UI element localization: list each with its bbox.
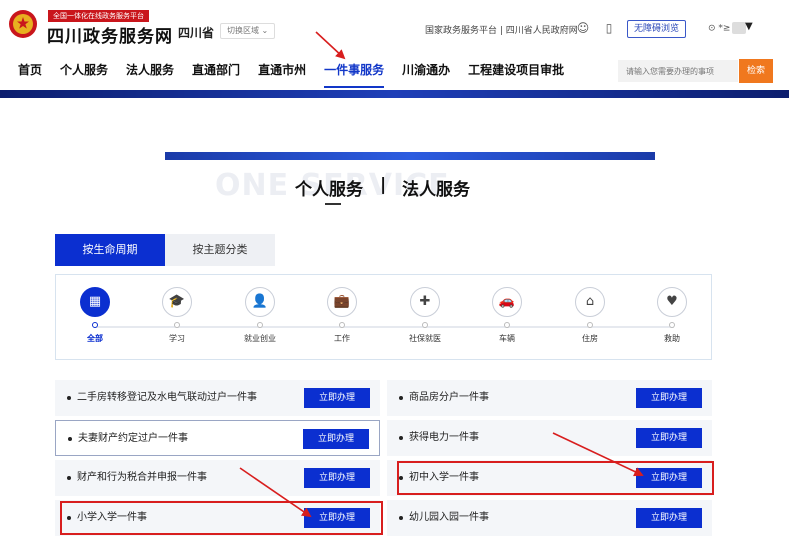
grid-icon: ▦ bbox=[80, 287, 110, 317]
list-item: 商品房分户一件事 立即办理 bbox=[387, 380, 712, 416]
user-dropdown-caret-icon[interactable]: ▼ bbox=[745, 21, 753, 32]
banner-separator: | bbox=[380, 175, 387, 195]
stage-label: 车辆 bbox=[499, 334, 515, 343]
item-title[interactable]: 商品房分户一件事 bbox=[409, 380, 489, 416]
bullet-icon bbox=[399, 396, 403, 400]
banner-tab-personal[interactable]: 个人服务 bbox=[295, 175, 363, 200]
accessible-browse-button[interactable]: 无障碍浏览 bbox=[627, 20, 687, 38]
nav-item-chuanyu[interactable]: 川渝通办 bbox=[402, 52, 450, 90]
current-province: 四川省 bbox=[178, 26, 215, 40]
briefcase-icon: 💼 bbox=[327, 287, 357, 317]
stage-vehicle[interactable]: 🚗 车辆 bbox=[477, 287, 537, 344]
handle-button[interactable]: 立即办理 bbox=[304, 388, 370, 408]
chevron-down-icon: ⌄ bbox=[261, 26, 269, 35]
user-label: ⊙ *≥ bbox=[708, 23, 731, 34]
bullet-icon bbox=[67, 476, 71, 480]
stage-label: 工作 bbox=[334, 334, 350, 343]
nav-item-personal[interactable]: 个人服务 bbox=[60, 52, 108, 90]
bullet-icon bbox=[399, 516, 403, 520]
nav-item-cities[interactable]: 直通市州 bbox=[258, 52, 306, 90]
stage-dot bbox=[174, 322, 180, 328]
stage-label: 就业创业 bbox=[244, 334, 276, 343]
stage-label: 全部 bbox=[87, 334, 103, 343]
highlight-box-primary-school bbox=[60, 501, 383, 535]
item-title[interactable]: 幼儿园入园一件事 bbox=[409, 500, 489, 536]
item-title[interactable]: 财产和行为税合并申报一件事 bbox=[77, 460, 207, 496]
switch-region-button[interactable]: 切换区域 ⌄ bbox=[220, 23, 276, 39]
graduation-cap-icon: 🎓 bbox=[162, 287, 192, 317]
stage-label: 社保就医 bbox=[409, 334, 441, 343]
mobile-icon[interactable]: ▯ bbox=[602, 21, 616, 35]
national-emblem-icon bbox=[9, 10, 37, 38]
nav-item-construction[interactable]: 工程建设项目审批 bbox=[468, 52, 564, 90]
stage-label: 救助 bbox=[664, 334, 680, 343]
stage-dot bbox=[422, 322, 428, 328]
tab-topic[interactable]: 按主题分类 bbox=[165, 234, 275, 266]
heart-hand-icon: ♥ bbox=[657, 287, 687, 317]
stage-study[interactable]: 🎓 学习 bbox=[147, 287, 207, 344]
nav-item-one-thing-service[interactable]: 一件事服务 bbox=[324, 52, 385, 90]
handle-button[interactable]: 立即办理 bbox=[303, 429, 369, 449]
stage-dot bbox=[257, 322, 263, 328]
list-item: 二手房转移登记及水电气联动过户一件事 立即办理 bbox=[55, 380, 380, 416]
tab-lifecycle[interactable]: 按生命周期 bbox=[55, 234, 165, 266]
banner-underline bbox=[325, 203, 341, 205]
list-item: 夫妻财产约定过户一件事 立即办理 bbox=[55, 420, 380, 456]
user-account[interactable]: ⊙ *≥ bbox=[708, 22, 748, 34]
bullet-icon bbox=[399, 436, 403, 440]
banner-strip bbox=[165, 152, 655, 160]
stage-dot bbox=[504, 322, 510, 328]
list-item: 获得电力一件事 立即办理 bbox=[387, 420, 712, 456]
item-title[interactable]: 获得电力一件事 bbox=[409, 420, 479, 456]
item-title[interactable]: 二手房转移登记及水电气联动过户一件事 bbox=[77, 380, 257, 416]
stage-employment[interactable]: 👤 就业创业 bbox=[230, 287, 290, 344]
stage-label: 学习 bbox=[169, 334, 185, 343]
brand-name[interactable]: 四川政务服务网 bbox=[47, 22, 173, 47]
brand-tag: 全国一体化在线政务服务平台 bbox=[48, 10, 149, 22]
lifecycle-panel: ▦ 全部 🎓 学习 👤 就业创业 💼 工作 ✚ 社保就医 🚗 车辆 ⌂ 住房 ♥… bbox=[55, 274, 712, 360]
bullet-icon bbox=[67, 396, 71, 400]
stage-assistance[interactable]: ♥ 救助 bbox=[642, 287, 702, 344]
stage-dot bbox=[92, 322, 98, 328]
house-icon: ⌂ bbox=[575, 287, 605, 317]
handle-button[interactable]: 立即办理 bbox=[636, 388, 702, 408]
nav-item-departments[interactable]: 直通部门 bbox=[192, 52, 240, 90]
banner-tab-corporate[interactable]: 法人服务 bbox=[402, 175, 470, 200]
medical-icon: ✚ bbox=[410, 287, 440, 317]
nav-item-home[interactable]: 首页 bbox=[18, 52, 42, 90]
list-item: 财产和行为税合并申报一件事 立即办理 bbox=[55, 460, 380, 496]
nav-item-corporate[interactable]: 法人服务 bbox=[126, 52, 174, 90]
chat-icon[interactable]: ☺ bbox=[576, 21, 590, 35]
stage-social-security[interactable]: ✚ 社保就医 bbox=[395, 287, 455, 344]
item-title[interactable]: 夫妻财产约定过户一件事 bbox=[78, 421, 188, 457]
stage-dot bbox=[669, 322, 675, 328]
handle-button[interactable]: 立即办理 bbox=[636, 428, 702, 448]
switch-region-label: 切换区域 bbox=[227, 26, 259, 35]
stage-label: 住房 bbox=[582, 334, 598, 343]
stage-dot bbox=[339, 322, 345, 328]
list-item: 幼儿园入园一件事 立即办理 bbox=[387, 500, 712, 536]
top-links[interactable]: 国家政务服务平台 | 四川省人民政府网 bbox=[425, 23, 578, 36]
stage-all[interactable]: ▦ 全部 bbox=[65, 287, 125, 344]
stage-housing[interactable]: ⌂ 住房 bbox=[560, 287, 620, 344]
search-button[interactable]: 检索 bbox=[739, 59, 773, 83]
bullet-icon bbox=[68, 437, 72, 441]
person-icon: 👤 bbox=[245, 287, 275, 317]
car-icon: 🚗 bbox=[492, 287, 522, 317]
stage-work[interactable]: 💼 工作 bbox=[312, 287, 372, 344]
stage-dot bbox=[587, 322, 593, 328]
main-nav: 首页 个人服务 法人服务 直通部门 直通市州 一件事服务 川渝通办 工程建设项目… bbox=[0, 52, 564, 90]
search-input[interactable] bbox=[618, 60, 738, 82]
site-header: 全国一体化在线政务服务平台 四川政务服务网 四川省 切换区域 ⌄ 国家政务服务平… bbox=[0, 0, 789, 98]
header-divider-bar bbox=[0, 90, 789, 98]
highlight-box-junior-high bbox=[397, 461, 714, 495]
handle-button[interactable]: 立即办理 bbox=[304, 468, 370, 488]
handle-button[interactable]: 立即办理 bbox=[636, 508, 702, 528]
